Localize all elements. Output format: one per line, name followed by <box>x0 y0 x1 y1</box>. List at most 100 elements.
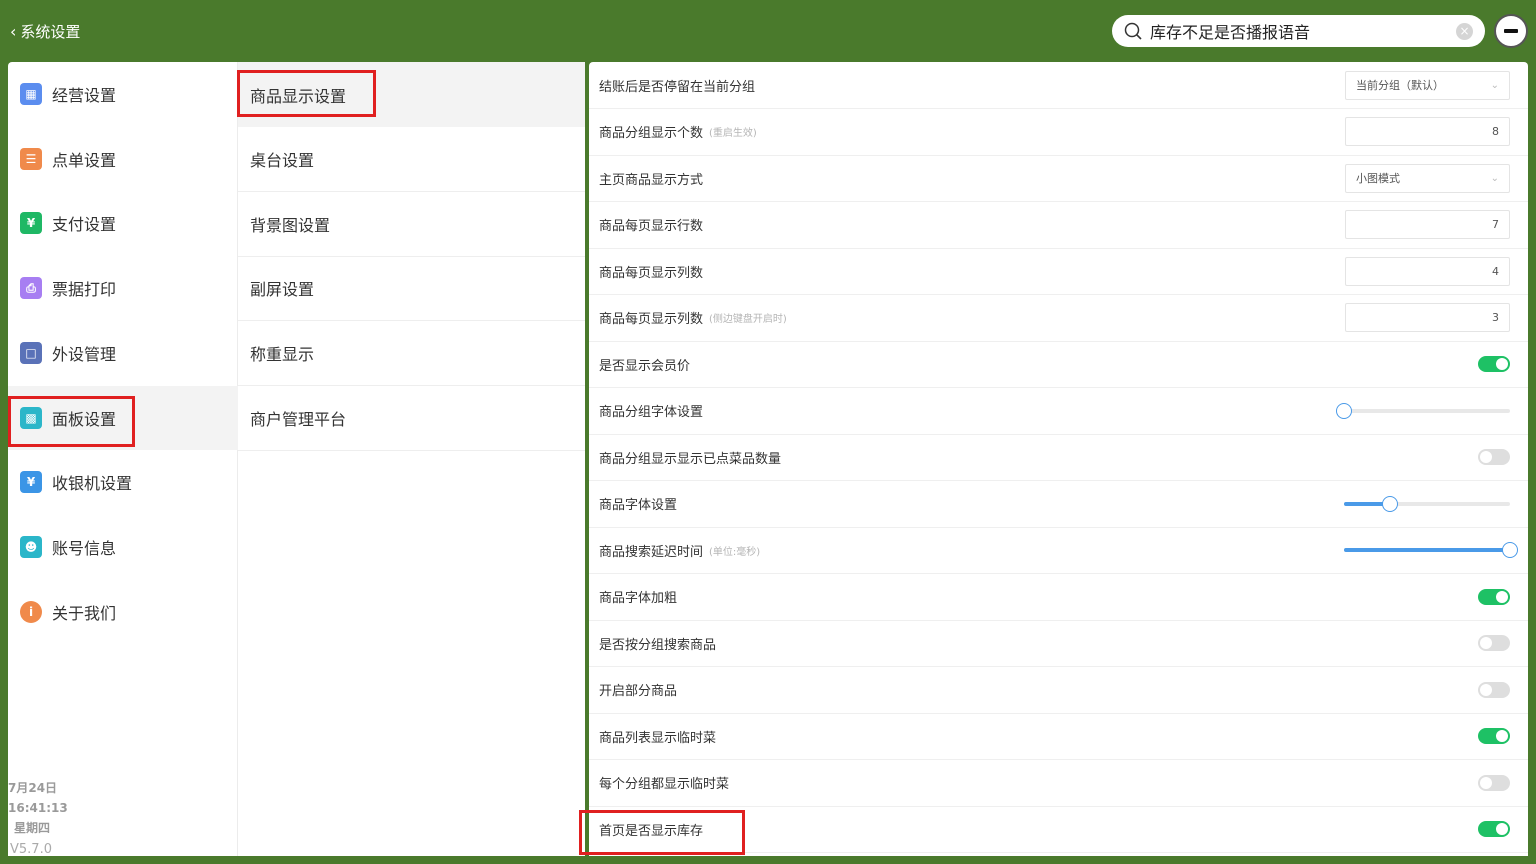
subnav-item-3[interactable]: 副屏设置 <box>238 256 585 322</box>
setting-row: 是否显示会员价 <box>589 341 1528 388</box>
sidebar-item-2[interactable]: ¥ 支付设置 <box>8 191 238 255</box>
setting-label: 商品字体设置 <box>599 498 678 513</box>
setting-row: 商品列表显示临时菜 <box>589 713 1528 760</box>
subnav-item-1[interactable]: 桌台设置 <box>238 127 585 192</box>
setting-row: 商品字体设置 <box>589 481 1528 528</box>
setting-label: 商品分组显示显示已点菜品数量 <box>599 451 782 467</box>
subnav-item-label: 称重显示 <box>250 345 315 365</box>
setting-toggle[interactable] <box>1478 774 1510 791</box>
setting-toggle[interactable] <box>1478 821 1510 837</box>
minimize-button[interactable] <box>1494 14 1528 48</box>
sidebar-item-8[interactable]: i 关于我们 <box>8 580 238 644</box>
setting-row: 商品每页显示列数 (侧边键盘开启时) 3 <box>589 295 1528 342</box>
setting-label: 商品列表显示临时菜 <box>599 730 717 746</box>
slider-knob[interactable] <box>1382 495 1399 512</box>
setting-toggle[interactable] <box>1478 635 1510 651</box>
setting-row: 商品分组显示个数 (重启生效) 8 <box>589 109 1528 156</box>
top-bar: ‹ 系统设置 × <box>0 0 1536 62</box>
setting-toggle[interactable] <box>1478 588 1510 605</box>
setting-toggle[interactable] <box>1478 728 1510 744</box>
sidebar-item-1[interactable]: ☰ 点单设置 <box>8 127 238 191</box>
setting-slider[interactable] <box>1336 402 1510 419</box>
setting-label: 是否显示会员价 <box>599 358 691 374</box>
number-value: 8 <box>1492 125 1499 138</box>
weekday-text: 星期四 <box>14 821 51 835</box>
subnav-item-label: 背景图设置 <box>250 215 331 235</box>
sidebar-item-0[interactable]: ▦ 经营设置 <box>8 62 238 126</box>
slider-fill <box>1344 548 1510 552</box>
search-input[interactable] <box>1150 21 1456 41</box>
setting-row: 开启部分商品 <box>589 667 1528 714</box>
slider-knob[interactable] <box>1336 402 1352 419</box>
sidebar-item-label: 外设管理 <box>52 344 117 364</box>
setting-label: 商品搜索延迟时间 <box>599 544 704 560</box>
setting-label: 商品字体加粗 <box>599 591 678 606</box>
number-value: 7 <box>1492 218 1499 231</box>
sidebar-item-6[interactable]: ¥ 收银机设置 <box>8 450 238 514</box>
subnav-item-label: 副屏设置 <box>250 280 315 300</box>
setting-label: 商品每页显示列数 <box>599 312 704 327</box>
setting-row: 每个分组都显示临时菜 <box>589 760 1528 807</box>
sidebar-item-label: 经营设置 <box>52 86 117 105</box>
sidebar-item-4[interactable]: □ 外设管理 <box>8 321 238 385</box>
subnav-item-label: 商户管理平台 <box>250 410 347 429</box>
time-text: 16:41:13 <box>8 801 68 815</box>
sidebar-item-3[interactable]: ⎙ 票据打印 <box>8 256 238 320</box>
setting-row: 商品分组显示显示已点菜品数量 <box>589 434 1528 481</box>
left-panel: ▦ 经营设置 ☰ 点单设置 ¥ 支付设置 ⎙ 票据打印 □ 外设管理 ▩ 面板设置 ¥ 收银机设置 ☻ 账号信… <box>8 62 585 857</box>
search-icon <box>1124 22 1142 40</box>
setting-hint: (单位:毫秒) <box>709 546 761 558</box>
select-value: 小图模式 <box>1356 172 1400 185</box>
back-button[interactable]: ‹ 系统设置 <box>10 20 80 42</box>
setting-row: 商品搜索延迟时间 (单位:毫秒) <box>589 527 1528 574</box>
sidebar-item-7[interactable]: ☻ 账号信息 <box>8 515 238 579</box>
setting-number-input[interactable]: 4 <box>1345 256 1510 286</box>
slider-knob[interactable] <box>1502 542 1518 558</box>
info-icon: i <box>20 600 42 623</box>
sidebar-item-label: 支付设置 <box>52 215 117 235</box>
setting-toggle[interactable] <box>1478 356 1510 372</box>
subnav-item-2[interactable]: 背景图设置 <box>238 192 585 257</box>
setting-hint: (重启生效) <box>709 128 757 139</box>
sidebar-item-label: 票据打印 <box>52 280 117 300</box>
sidebar-item-5[interactable]: ▩ 面板设置 <box>8 385 238 450</box>
setting-select[interactable]: 当前分组（默认） ⌄ <box>1345 70 1510 100</box>
datetime: 7月24日 16:41:13 星期四 <box>8 778 68 838</box>
yuan-icon: ¥ <box>20 212 42 235</box>
select-value: 当前分组（默认） <box>1356 79 1444 92</box>
setting-row: 结账后是否停留在当前分组 当前分组（默认） ⌄ <box>589 62 1528 109</box>
subnav-item-4[interactable]: 称重显示 <box>238 321 585 387</box>
number-value: 3 <box>1492 311 1499 324</box>
chevron-left-icon: ‹ <box>10 21 17 41</box>
subnav-item-label: 商品显示设置 <box>250 86 347 106</box>
setting-number-input[interactable]: 8 <box>1345 117 1510 146</box>
setting-label: 结账后是否停留在当前分组 <box>599 79 756 95</box>
setting-label: 首页是否显示库存 <box>599 823 704 839</box>
setting-label: 商品分组字体设置 <box>599 405 704 420</box>
cashier-icon: ¥ <box>20 471 42 494</box>
setting-slider[interactable] <box>1344 495 1510 512</box>
setting-toggle[interactable] <box>1478 681 1510 698</box>
setting-row: 商品每页显示列数 4 <box>589 248 1528 295</box>
setting-row: 主页商品显示方式 小图模式 ⌄ <box>589 155 1528 202</box>
clear-icon[interactable]: × <box>1456 22 1473 40</box>
chevron-down-icon: ⌄ <box>1490 79 1499 91</box>
secondary-nav: 商品显示设置桌台设置背景图设置副屏设置称重显示商户管理平台 <box>238 62 585 856</box>
primary-nav: ▦ 经营设置 ☰ 点单设置 ¥ 支付设置 ⎙ 票据打印 □ 外设管理 ▩ 面板设置 ¥ 收银机设置 ☻ 账号信… <box>8 62 238 856</box>
setting-label: 商品每页显示行数 <box>599 219 704 234</box>
sidebar-item-label: 收银机设置 <box>52 474 133 494</box>
setting-number-input[interactable]: 3 <box>1345 303 1510 332</box>
setting-slider[interactable] <box>1344 542 1518 558</box>
version-text: V5.7.0 <box>10 842 52 857</box>
setting-label: 每个分组都显示临时菜 <box>599 777 730 792</box>
printer-icon: ⎙ <box>20 277 42 300</box>
setting-select[interactable]: 小图模式 ⌄ <box>1345 163 1510 193</box>
subnav-item-5[interactable]: 商户管理平台 <box>238 386 585 451</box>
setting-toggle[interactable] <box>1478 449 1510 465</box>
setting-row: 商品字体加粗 <box>589 574 1528 621</box>
search-box[interactable]: × <box>1112 15 1485 47</box>
setting-number-input[interactable]: 7 <box>1345 210 1510 239</box>
subnav-item-0[interactable]: 商品显示设置 <box>238 62 585 127</box>
settings-panel: 结账后是否停留在当前分组 当前分组（默认） ⌄ 商品分组显示个数 (重启生效) 8 主页商品… <box>589 62 1528 856</box>
setting-label: 主页商品显示方式 <box>599 172 704 188</box>
